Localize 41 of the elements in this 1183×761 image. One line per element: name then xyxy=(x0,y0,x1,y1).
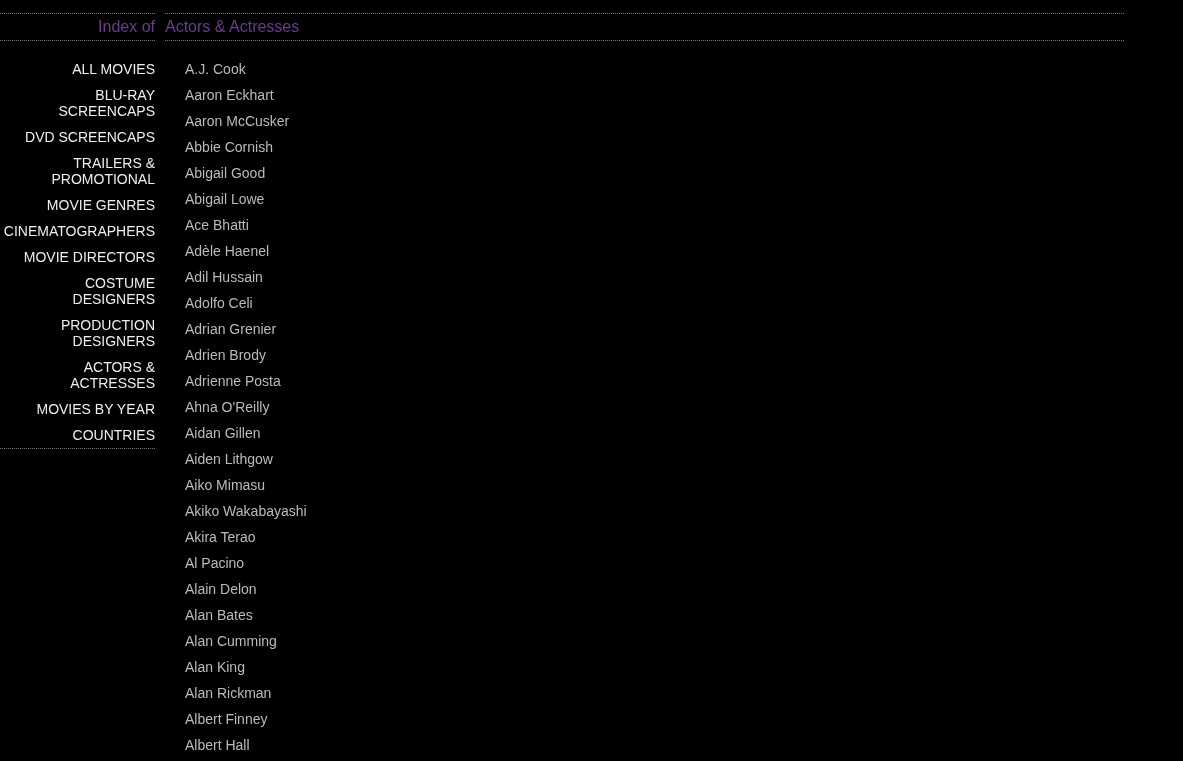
actor-link[interactable]: Aiko Mimasu xyxy=(185,477,266,493)
actor-link[interactable]: Aaron McCusker xyxy=(185,113,290,129)
actor-link[interactable]: Alan Bates xyxy=(185,607,253,623)
actor-link[interactable]: Abbie Cornish xyxy=(185,139,273,155)
actor-link[interactable]: Alan Rickman xyxy=(185,685,272,701)
actor-link[interactable]: Adrienne Posta xyxy=(185,373,281,389)
nav-link[interactable]: MOVIE DIRECTORS xyxy=(23,249,155,265)
nav-link[interactable]: DVD SCREENCAPS xyxy=(25,129,155,145)
page-title: Actors & Actresses xyxy=(165,18,300,36)
actor-link[interactable]: Alain Delon xyxy=(185,581,257,597)
actor-link[interactable]: Aiden Lithgow xyxy=(185,451,273,467)
index-label: Index of xyxy=(98,18,155,36)
actor-link[interactable]: Akira Terao xyxy=(185,529,256,545)
actor-link[interactable]: Alan Cumming xyxy=(185,633,277,649)
actor-link[interactable]: Ace Bhatti xyxy=(185,217,249,233)
actor-link[interactable]: Abigail Lowe xyxy=(185,191,265,207)
actor-link[interactable]: Abigail Good xyxy=(185,165,266,181)
actor-link[interactable]: Al Pacino xyxy=(185,555,245,571)
nav-link[interactable]: BLU-RAY SCREENCAPS xyxy=(0,87,155,119)
actor-link[interactable]: Aidan Gillen xyxy=(185,425,261,441)
actor-link[interactable]: Aaron Eckhart xyxy=(185,87,274,103)
nav-link[interactable]: MOVIES BY YEAR xyxy=(36,401,155,417)
actor-link[interactable]: Albert Hall xyxy=(185,737,250,753)
actor-link[interactable]: Akiko Wakabayashi xyxy=(185,503,307,519)
nav-link[interactable]: COSTUME DESIGNERS xyxy=(0,275,155,307)
nav-link[interactable]: ALL MOVIES xyxy=(72,61,155,77)
nav-link[interactable]: CINEMATOGRAPHERS xyxy=(3,223,155,239)
actor-link[interactable]: Adrien Brody xyxy=(185,347,266,363)
nav-link[interactable]: ACTORS & ACTRESSES xyxy=(0,359,155,391)
actor-link[interactable]: Albert Finney xyxy=(185,711,268,727)
actor-link[interactable]: Adil Hussain xyxy=(185,269,263,285)
nav-link[interactable]: PRODUCTION DESIGNERS xyxy=(0,317,155,349)
actor-link[interactable]: Adèle Haenel xyxy=(185,243,270,259)
actor-link[interactable]: Ahna O'Reilly xyxy=(185,399,270,415)
actor-link[interactable]: Alan King xyxy=(185,659,245,675)
actor-link[interactable]: Adrian Grenier xyxy=(185,321,277,337)
nav-link[interactable]: MOVIE GENRES xyxy=(46,197,155,213)
actor-link[interactable]: Adolfo Celi xyxy=(185,295,253,311)
nav-link[interactable]: TRAILERS & PROMOTIONAL xyxy=(0,155,155,187)
actor-link[interactable]: A.J. Cook xyxy=(185,61,246,77)
nav-link[interactable]: COUNTRIES xyxy=(72,427,155,443)
